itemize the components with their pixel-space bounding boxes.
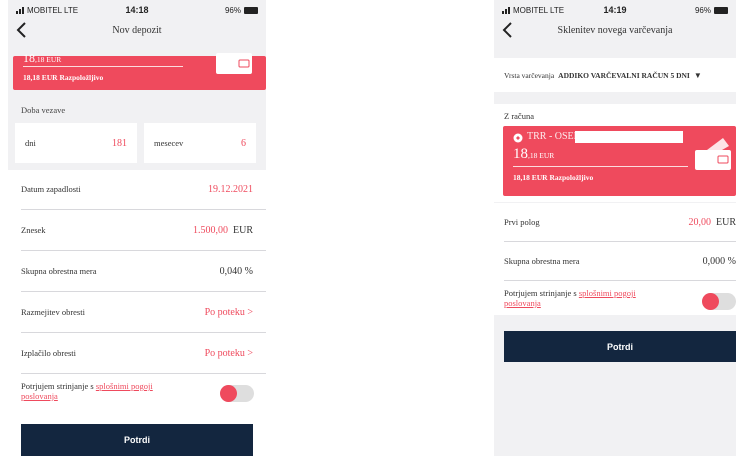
row-interest-accrual[interactable]: Razmejitev obresti Po poteku > xyxy=(8,292,266,332)
page-title: Sklenitev novega varčevanja xyxy=(557,24,673,36)
details-panel: Prvi polog 20,00 EUR Skupna obrestna mer… xyxy=(494,203,736,315)
terms-link[interactable]: splošnimi pogoji xyxy=(96,381,153,391)
screen-new-savings: MOBITEL LTE 14:19 96% Sklenitev novega v… xyxy=(494,0,736,456)
redacted-account-number xyxy=(575,131,683,143)
days-value: 181 xyxy=(112,137,127,149)
screen-new-deposit: MOBITEL LTE 14:18 96% Nov depozit 18,18 … xyxy=(8,0,266,456)
row-first-deposit[interactable]: Prvi polog 20,00 EUR xyxy=(494,203,736,241)
binding-label: Doba vezave xyxy=(21,105,66,115)
row-interest-rate: Skupna obrestna mera 0,000 % xyxy=(494,242,736,280)
savings-type-value: ADDIKO VARČEVALNI RAČUN 5 DNI xyxy=(558,70,690,80)
row-label: Znesek xyxy=(21,225,46,235)
page-title: Nov depozit xyxy=(112,24,162,36)
row-label: Datum zapadlosti xyxy=(21,184,81,194)
status-bar: MOBITEL LTE 14:19 96% xyxy=(494,0,736,20)
savings-type-select[interactable]: Vrsta varčevanja ADDIKO VARČEVALNI RAČUN… xyxy=(494,58,736,92)
row-amount[interactable]: Znesek 1.500,00 EUR xyxy=(8,210,266,250)
days-label: dni xyxy=(25,138,36,148)
row-interest-rate: Skupna obrestna mera 0,040 % xyxy=(8,251,266,291)
nav-bar: Nov depozit xyxy=(8,20,266,40)
details-panel: Datum zapadlosti 19.12.2021 Znesek 1.500… xyxy=(8,170,266,456)
terms-link-line2[interactable]: poslovanja xyxy=(504,298,541,308)
toggle-knob xyxy=(220,385,237,402)
row-value: 0,000 % xyxy=(702,255,736,267)
row-label: Skupna obrestna mera xyxy=(21,266,97,276)
toggle-knob xyxy=(702,293,719,310)
months-value: 6 xyxy=(241,137,246,149)
account-card[interactable]: TRR - OSEBNI 18,18 EUR 18,18 EUR Razpolo… xyxy=(503,126,736,196)
months-field[interactable]: mesecev 6 xyxy=(144,123,256,163)
status-bar: MOBITEL LTE 14:18 96% xyxy=(8,0,266,20)
account-type-icon xyxy=(513,133,523,143)
days-field[interactable]: dni 181 xyxy=(15,123,137,163)
confirm-button[interactable]: Potrdi xyxy=(504,331,736,362)
nav-bar: Sklenitev novega varčevanja xyxy=(494,20,736,40)
dropdown-arrow-icon: ▼ xyxy=(693,70,702,80)
terms-link[interactable]: splošnimi pogoji xyxy=(579,288,636,298)
card-divider xyxy=(513,166,688,167)
card-amount-small: ,18 EUR xyxy=(528,151,555,160)
row-label: Skupna obrestna mera xyxy=(504,256,580,266)
clock: 14:18 xyxy=(125,5,149,15)
savings-type-label: Vrsta varčevanja xyxy=(504,70,555,80)
from-account-panel: Z računa TRR - OSEBNI 18,18 EUR 18,18 EU… xyxy=(494,104,736,202)
row-value: 0,040 % xyxy=(219,265,253,277)
terms-toggle[interactable] xyxy=(702,293,736,310)
from-account-label: Z računa xyxy=(504,111,534,121)
clock: 14:19 xyxy=(603,5,627,15)
row-interest-payout[interactable]: Izplačilo obresti Po poteku > xyxy=(8,333,266,373)
terms-consent-text: Potrjujem strinjanje s splošnimi pogoji … xyxy=(21,381,153,401)
confirm-button[interactable]: Potrdi xyxy=(21,424,253,456)
wallet-icon xyxy=(216,53,252,74)
card-amount-big: 18 xyxy=(23,51,35,65)
card-available: 18,18 EUR Razpoložljivo xyxy=(23,73,104,82)
row-value: Po poteku > xyxy=(204,306,253,318)
row-unit: EUR xyxy=(233,224,253,236)
months-label: mesecev xyxy=(154,138,184,148)
terms-link-line2[interactable]: poslovanja xyxy=(21,391,58,401)
back-arrow-icon[interactable] xyxy=(14,20,30,40)
card-divider xyxy=(23,66,183,67)
terms-consent-text: Potrjujem strinjanje s splošnimi pogoji … xyxy=(504,288,636,308)
row-label: Prvi polog xyxy=(504,217,540,227)
account-card[interactable]: 18,18 EUR 18,18 EUR Razpoložljivo xyxy=(13,52,266,90)
row-label: Razmejitev obresti xyxy=(21,307,85,317)
row-label: Izplačilo obresti xyxy=(21,348,76,358)
card-amount-small: ,18 EUR xyxy=(35,55,62,64)
row-maturity-date: Datum zapadlosti 19.12.2021 xyxy=(8,170,266,208)
card-amount-big: 18 xyxy=(513,146,528,162)
terms-toggle[interactable] xyxy=(220,385,254,402)
row-value: 19.12.2021 xyxy=(208,183,253,195)
divider xyxy=(21,373,266,374)
row-value: 1.500,00 xyxy=(193,224,228,236)
row-value: Po poteku > xyxy=(204,347,253,359)
divider xyxy=(504,280,736,281)
row-unit: EUR xyxy=(716,216,736,228)
wallet-icon xyxy=(695,138,731,170)
card-available: 18,18 EUR Razpoložljivo xyxy=(513,173,594,182)
back-arrow-icon[interactable] xyxy=(500,20,516,40)
row-value: 20,00 xyxy=(688,216,712,228)
